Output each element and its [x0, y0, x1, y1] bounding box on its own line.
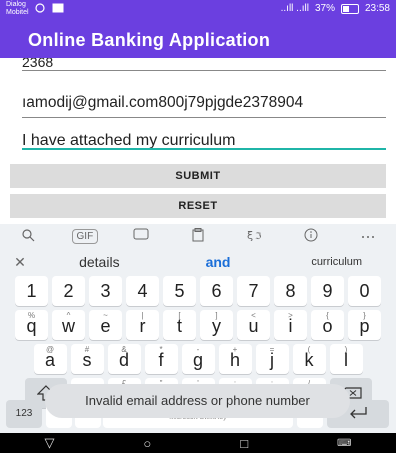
key[interactable]: & d — [107, 344, 141, 374]
system-nav-bar: ▽ ○ □ ⌨ — [0, 433, 396, 453]
key[interactable]: ] y — [200, 310, 233, 340]
key[interactable]: < u — [237, 310, 270, 340]
key[interactable]: ^ w — [52, 310, 85, 340]
key[interactable]: > i — [274, 310, 307, 340]
translate-icon[interactable]: ξℑ — [226, 228, 283, 245]
battery-icon — [340, 3, 359, 14]
key[interactable]: 5 — [163, 276, 196, 306]
error-toast: Invalid email address or phone number — [45, 384, 350, 418]
key[interactable]: 0 — [348, 276, 381, 306]
letter-row-1: % q ^ w ~ e | r [t ] y < u > i {o } p — [0, 310, 396, 340]
more-icon[interactable] — [339, 231, 396, 242]
key[interactable]: 9 — [311, 276, 344, 306]
key[interactable]: 6 — [200, 276, 233, 306]
key[interactable]: 3 — [89, 276, 122, 306]
keyboard-toolbar: GIF ξℑ — [0, 224, 396, 248]
battery-percent: 37% — [314, 3, 335, 14]
reset-button[interactable]: RESET — [10, 194, 386, 218]
key[interactable]: @ a — [33, 344, 67, 374]
number-row: 1 2 3 4 5 6 7 8 9 0 — [0, 276, 396, 306]
key[interactable]: ) l — [329, 344, 363, 374]
letter-row-2: @ a # s & d * f -g + h = j (k ) l — [0, 344, 396, 374]
key[interactable]: | r — [126, 310, 159, 340]
clock: 23:58 — [364, 3, 390, 14]
message-field-underline — [22, 148, 386, 150]
suggestion-2[interactable]: and — [159, 254, 278, 270]
key[interactable]: ~ e — [89, 310, 122, 340]
clipboard-icon[interactable] — [170, 227, 227, 245]
key[interactable]: # s — [70, 344, 104, 374]
message-field[interactable]: I have attached my curriculum — [22, 132, 386, 154]
status-right: ..ıll ..ıll 37% 23:58 — [281, 3, 390, 14]
key[interactable]: = j — [255, 344, 289, 374]
phone-field[interactable]: 2368 — [22, 58, 386, 70]
info-icon[interactable] — [283, 228, 340, 245]
email-field-underline — [22, 117, 386, 118]
keyboard-hide-icon[interactable]: ⌨ — [337, 438, 351, 449]
key[interactable]: -g — [181, 344, 215, 374]
key[interactable]: [t — [163, 310, 196, 340]
suggestion-1[interactable]: details — [40, 254, 159, 270]
key[interactable]: {o — [311, 310, 344, 340]
key[interactable]: 4 — [126, 276, 159, 306]
key[interactable]: 7 — [237, 276, 270, 306]
key[interactable]: 1 — [15, 276, 48, 306]
carrier-label: Dialog Mobitel — [6, 1, 29, 17]
svg-text:ξ: ξ — [247, 229, 253, 242]
app-title: Online Banking Application — [28, 30, 271, 50]
search-icon[interactable] — [0, 228, 57, 245]
suggestion-3[interactable]: curriculum — [277, 256, 396, 268]
phone-field-underline — [22, 70, 386, 71]
carrier-line1: Dialog — [6, 1, 26, 8]
key[interactable]: + h — [218, 344, 252, 374]
key[interactable]: 2 — [52, 276, 85, 306]
collapse-icon[interactable]: ✕ — [0, 254, 40, 271]
back-icon[interactable]: ▽ — [44, 435, 54, 451]
sticker-icon[interactable] — [113, 228, 170, 245]
home-icon[interactable]: ○ — [143, 436, 151, 451]
key[interactable]: * f — [144, 344, 178, 374]
key[interactable]: (k — [292, 344, 326, 374]
signal-icon: ..ıll ..ıll — [280, 3, 309, 14]
carrier-line2: Mobitel — [6, 9, 29, 16]
status-bar: Dialog Mobitel ..ıll ..ıll 37% 23:58 — [0, 0, 396, 18]
whatsapp-icon — [35, 3, 45, 13]
email-field[interactable]: ıamodij@gmail.com800j79pjgde2378904 — [22, 94, 386, 116]
app-bar: Online Banking Application — [0, 18, 396, 58]
message-icon — [52, 3, 64, 13]
svg-text:ℑ: ℑ — [255, 232, 261, 242]
gif-button[interactable]: GIF — [57, 228, 114, 244]
key[interactable]: 8 — [274, 276, 307, 306]
key[interactable]: } p — [348, 310, 381, 340]
key[interactable]: % q — [15, 310, 48, 340]
suggestion-bar: ✕ details and curriculum — [0, 250, 396, 274]
recents-icon[interactable]: □ — [240, 436, 248, 451]
submit-button[interactable]: SUBMIT — [10, 164, 386, 188]
numbers-key[interactable]: 123 — [6, 400, 42, 428]
